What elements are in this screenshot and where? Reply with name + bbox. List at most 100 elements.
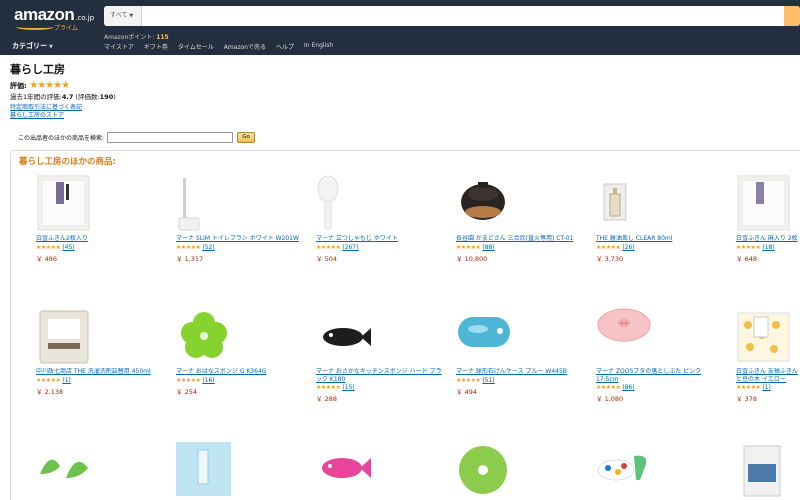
rating-summary: 過去1年間の評価:4.7 (評価数:190) [10,91,116,101]
product-rating: ★★★★★ (52) [176,244,304,251]
review-count-link[interactable]: (18) [762,244,774,251]
amazon-logo[interactable]: amazon.co.jp プライム [14,5,94,32]
product-title-link[interactable]: 白雪ふきん 麻入り 2枚 [736,235,800,243]
product-card[interactable] [176,440,304,498]
product-card[interactable]: 白雪ふきん2枚入り ★★★★★ (45) ￥ 486 [36,174,164,263]
review-count-link[interactable]: (1) [62,377,71,384]
product-title-link[interactable]: 白雪ふきん 友禅ふきん と豆の木 イエロー [736,368,800,383]
product-price: ￥ 254 [176,387,197,396]
product-image[interactable] [596,440,651,498]
search-category-dropdown[interactable]: すべて ▼ [104,6,142,26]
legal-notice-link[interactable]: 特定商取引法に基づく表記 [10,104,82,112]
nav-link-mystore[interactable]: マイストア [104,42,134,51]
product-image[interactable] [736,440,791,498]
search-button[interactable] [784,6,800,26]
nav-link-english[interactable]: In English [304,42,333,51]
rating-stars-icon: ★★★★★ [456,243,481,251]
product-image[interactable] [736,307,791,365]
top-navigation-bar: amazon.co.jp プライム すべて ▼ Amazonポイント: 115 カ… [0,0,800,55]
product-title-link[interactable]: マーナ おはなスポンジ G K364G [176,368,304,376]
product-rating: ★★★★★ (88) [456,244,584,251]
product-image[interactable] [36,440,91,498]
product-title-link[interactable]: マーナ 球形石けんケース ブルー W445B [456,368,584,376]
review-count-link[interactable]: (52) [202,244,214,251]
product-card[interactable] [596,440,724,498]
product-image[interactable] [316,440,371,498]
product-card[interactable] [36,440,164,498]
product-title-link[interactable]: マーナ SLIM トイレブラシ ホワイト W201W [176,235,304,243]
product-image[interactable] [176,307,231,365]
product-title-link[interactable]: マーナ 立つしゃもじ ホワイト [316,235,444,243]
category-menu-button[interactable]: カテゴリー ▼ [12,41,53,51]
nav-link-timesale[interactable]: タイムセール [178,42,214,51]
product-rating: ★★★★★ (51) [456,377,584,384]
product-card[interactable]: マーナ 球形石けんケース ブルー W445B ★★★★★ (51) ￥ 494 [456,307,584,396]
product-card[interactable]: マーナ 立つしゃもじ ホワイト ★★★★★ (267) ￥ 504 [316,174,444,263]
seller-search-input[interactable] [107,132,234,143]
product-card[interactable] [736,440,800,498]
product-image[interactable] [176,440,231,498]
product-image[interactable] [456,174,511,232]
product-title-link[interactable]: 白雪ふきん2枚入り [36,235,164,243]
logo-wordmark: amazon [14,5,75,24]
points-value: 115 [156,34,169,41]
product-rating: ★★★★★ (16) [176,377,304,384]
product-card[interactable]: THE 醤油差し CLEAR 80ml ★★★★★ (26) ￥ 3,730 [596,174,724,263]
product-card[interactable]: 白雪ふきん 友禅ふきん と豆の木 イエロー ★★★★★ (1) ￥ 378 [736,307,800,403]
rating-stars-icon: ★★★★★ [176,243,201,251]
product-card[interactable]: 中川政七商店 THE 洗濯洗剤詰替用 450ml ★★★★★ (1) ￥ 2,1… [36,307,164,396]
search-input[interactable] [143,6,783,26]
product-image[interactable] [456,307,511,365]
review-count-link[interactable]: (88) [482,244,494,251]
product-card[interactable] [456,440,584,498]
review-count-link[interactable]: (267) [342,244,358,251]
product-title-link[interactable]: 長谷園 かまどさん 三合炊(直火専用) CT-01 [456,235,584,243]
product-image[interactable] [456,440,511,498]
product-image[interactable] [596,174,651,232]
review-count-link[interactable]: (51) [482,377,494,384]
review-count-link[interactable]: (1) [762,384,771,391]
seller-links: 特定商取引法に基づく表記 暮らし工房のストア [10,104,82,120]
product-card[interactable]: 長谷園 かまどさん 三合炊(直火専用) CT-01 ★★★★★ (88) ￥ 1… [456,174,584,263]
product-image[interactable] [316,307,371,365]
product-image[interactable] [316,174,371,232]
product-image[interactable] [36,174,91,232]
rating-stars-icon: ★★★★★ [176,376,201,384]
review-count-link[interactable]: (86) [622,384,634,391]
logo-prime: プライム [54,25,78,32]
nav-links: マイストア ギフト券 タイムセール Amazonで売る ヘルプ In Engli… [104,42,333,51]
seller-header: 暮らし工房 [10,61,65,77]
rating-count-close: ) [113,93,116,101]
product-card[interactable]: マーナ ZOOSブタの落としぶた ピンク 17.5cm ★★★★★ (86) ￥… [596,307,724,403]
product-card[interactable] [316,440,444,498]
review-count-link[interactable]: (16) [202,377,214,384]
product-title-link[interactable]: マーナ おさかなキッチンスポンジ ハード ブラック K180 [316,368,444,383]
nav-link-sell[interactable]: Amazonで売る [224,42,266,51]
product-rating: ★★★★★ (18) [736,244,800,251]
product-image[interactable] [36,307,91,365]
panel-title: 暮らし工房のほかの商品: [19,157,116,167]
amazon-points[interactable]: Amazonポイント: 115 [104,32,169,41]
product-card[interactable]: マーナ おはなスポンジ G K364G ★★★★★ (16) ￥ 254 [176,307,304,396]
product-title-link[interactable]: THE 醤油差し CLEAR 80ml [596,235,724,243]
review-count-link[interactable]: (15) [342,384,354,391]
rating-count: 190 [99,93,114,101]
product-title-link[interactable]: マーナ ZOOSブタの落としぶた ピンク 17.5cm [596,368,724,383]
product-price: ￥ 648 [736,254,757,263]
go-button[interactable]: Go [237,132,256,143]
nav-link-gift-card[interactable]: ギフト券 [144,42,168,51]
product-card[interactable]: マーナ SLIM トイレブラシ ホワイト W201W ★★★★★ (52) ￥ … [176,174,304,263]
product-title-link[interactable]: 中川政七商店 THE 洗濯洗剤詰替用 450ml [36,368,164,376]
rating-stars-icon: ★★★★★ [736,243,761,251]
product-image[interactable] [176,174,231,232]
product-price: ￥ 1,080 [596,395,624,403]
nav-link-help[interactable]: ヘルプ [276,42,294,51]
product-image[interactable] [596,307,651,365]
review-count-link[interactable]: (26) [622,244,634,251]
product-card[interactable]: 白雪ふきん 麻入り 2枚 ★★★★★ (18) ￥ 648 [736,174,800,263]
product-image[interactable] [736,174,791,232]
seller-store-link[interactable]: 暮らし工房のストア [10,112,82,120]
review-count-link[interactable]: (45) [62,244,74,251]
seller-search: この出品者のほかの商品を検索: Go [18,132,256,143]
product-card[interactable]: マーナ おさかなキッチンスポンジ ハード ブラック K180 ★★★★★ (15… [316,307,444,403]
